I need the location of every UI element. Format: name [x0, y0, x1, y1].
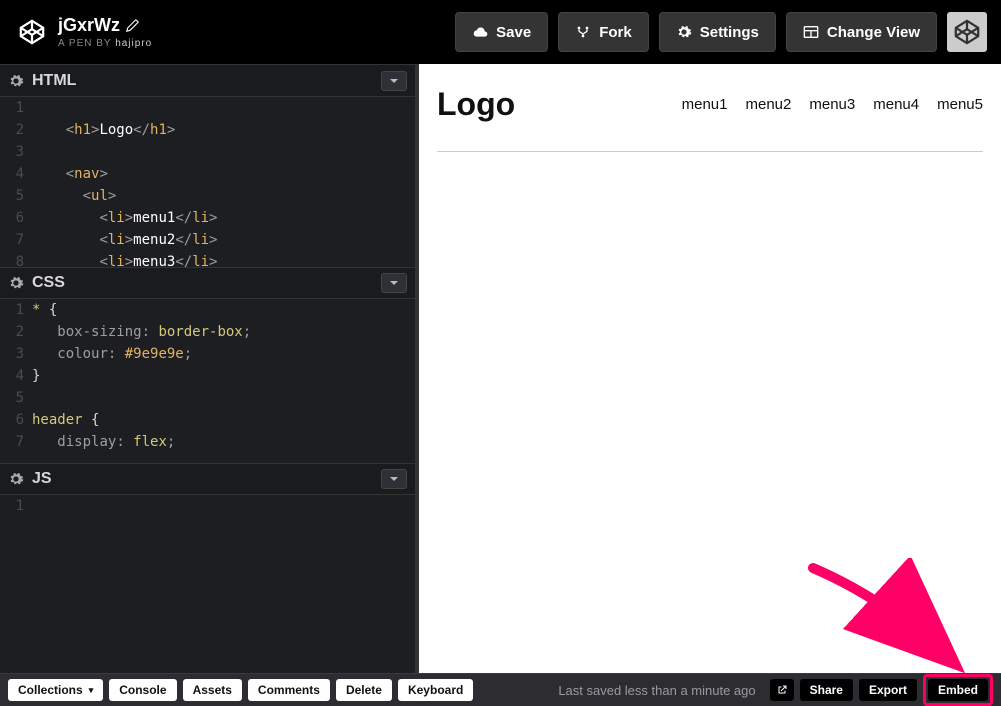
save-label: Save [496, 24, 531, 41]
fork-icon [575, 24, 591, 40]
html-panel-header: HTML [0, 65, 415, 97]
settings-label: Settings [700, 24, 759, 41]
css-expand-button[interactable] [381, 273, 407, 293]
pencil-icon[interactable] [126, 19, 139, 32]
collections-button[interactable]: Collections [8, 679, 103, 701]
preview-nav-item: menu3 [809, 96, 855, 113]
js-expand-button[interactable] [381, 469, 407, 489]
settings-button[interactable]: Settings [659, 12, 776, 52]
author-link[interactable]: hajipro [115, 38, 152, 49]
share-button[interactable]: Share [800, 679, 853, 701]
cloud-icon [472, 24, 488, 40]
layout-icon [803, 24, 819, 40]
footer-bar: Collections Console Assets Comments Dele… [0, 673, 1001, 706]
assets-button[interactable]: Assets [183, 679, 242, 701]
preview-logo: Logo [437, 86, 515, 123]
main-area: HTML 12 <h1>Logo</h1>34 <nav>5 <ul>6 <li… [0, 64, 1001, 673]
codepen-logo-icon [18, 18, 46, 46]
js-settings-icon[interactable] [8, 471, 24, 487]
codepen-avatar-icon [953, 18, 981, 46]
save-button[interactable]: Save [455, 12, 548, 52]
js-panel-header: JS [0, 463, 415, 495]
embed-button[interactable]: Embed [928, 679, 988, 701]
avatar[interactable] [947, 12, 987, 52]
console-button[interactable]: Console [109, 679, 176, 701]
js-editor[interactable]: 1 [0, 495, 415, 673]
top-bar: jGxrWz A PEN BY hajipro Save Fork Settin… [0, 0, 1001, 64]
chevron-down-icon [389, 278, 399, 288]
css-editor[interactable]: 1* {2 box-sizing: border-box;3 colour: #… [0, 299, 415, 463]
preview-nav-item: menu1 [682, 96, 728, 113]
external-link-icon [776, 684, 788, 696]
change-view-label: Change View [827, 24, 920, 41]
chevron-down-icon [389, 474, 399, 484]
css-panel-header: CSS [0, 267, 415, 299]
css-settings-icon[interactable] [8, 275, 24, 291]
popout-button[interactable] [770, 679, 794, 701]
preview-pane: Logo menu1 menu2 menu3 menu4 menu5 [415, 64, 1001, 673]
embed-highlight: Embed [923, 674, 993, 706]
pen-byline: A PEN BY hajipro [58, 38, 152, 49]
pen-title-text: jGxrWz [58, 15, 120, 36]
preview-nav-item: menu5 [937, 96, 983, 113]
export-button[interactable]: Export [859, 679, 917, 701]
preview-nav-item: menu4 [873, 96, 919, 113]
save-status: Last saved less than a minute ago [558, 683, 755, 698]
logo-block: jGxrWz A PEN BY hajipro [18, 15, 152, 49]
preview-header: Logo menu1 menu2 menu3 menu4 menu5 [437, 86, 983, 152]
delete-button[interactable]: Delete [336, 679, 392, 701]
byline-prefix: A PEN BY [58, 38, 115, 49]
editor-column: HTML 12 <h1>Logo</h1>34 <nav>5 <ul>6 <li… [0, 64, 415, 673]
gear-icon [676, 24, 692, 40]
css-panel-title: CSS [32, 274, 65, 292]
html-editor[interactable]: 12 <h1>Logo</h1>34 <nav>5 <ul>6 <li>menu… [0, 97, 415, 267]
keyboard-button[interactable]: Keyboard [398, 679, 473, 701]
pen-title[interactable]: jGxrWz [58, 15, 152, 36]
change-view-button[interactable]: Change View [786, 12, 937, 52]
html-panel-title: HTML [32, 72, 76, 90]
fork-button[interactable]: Fork [558, 12, 649, 52]
js-panel-title: JS [32, 470, 52, 488]
preview-nav: menu1 menu2 menu3 menu4 menu5 [682, 96, 983, 113]
preview-nav-item: menu2 [746, 96, 792, 113]
html-expand-button[interactable] [381, 71, 407, 91]
comments-button[interactable]: Comments [248, 679, 330, 701]
html-settings-icon[interactable] [8, 73, 24, 89]
fork-label: Fork [599, 24, 632, 41]
chevron-down-icon [389, 76, 399, 86]
